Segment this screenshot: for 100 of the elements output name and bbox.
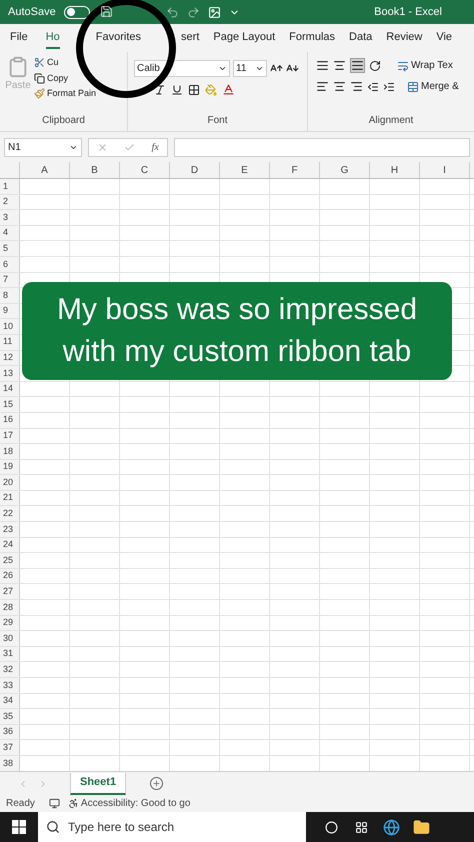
- sheet-tab[interactable]: Sheet1: [70, 772, 126, 794]
- font-size-field[interactable]: 11: [233, 60, 267, 77]
- row-header[interactable]: 17: [0, 428, 20, 444]
- row-header[interactable]: 1: [0, 179, 20, 194]
- column-header[interactable]: H: [370, 162, 420, 178]
- align-left-icon[interactable]: [316, 80, 329, 93]
- autosave-toggle[interactable]: [64, 6, 90, 18]
- ribbon-tab[interactable]: Ho: [46, 27, 60, 49]
- row-header[interactable]: 33: [0, 678, 20, 693]
- ribbon-tab[interactable]: Vie: [436, 27, 452, 49]
- column-header[interactable]: D: [170, 162, 220, 178]
- column-header[interactable]: G: [320, 162, 370, 178]
- row-header[interactable]: 36: [0, 724, 20, 740]
- row-header[interactable]: 22: [0, 506, 20, 522]
- font-color-icon[interactable]: [222, 83, 235, 96]
- ribbon-tab[interactable]: Favorites: [96, 27, 142, 49]
- align-bottom-icon[interactable]: [350, 58, 365, 73]
- taskbar-search-field[interactable]: Type here to search: [38, 812, 306, 842]
- row-header[interactable]: 27: [0, 584, 20, 600]
- fill-color-icon[interactable]: [205, 84, 217, 96]
- row-header[interactable]: 32: [0, 662, 20, 677]
- undo-icon[interactable]: [166, 6, 179, 18]
- row-header[interactable]: 6: [0, 256, 20, 272]
- italic-icon[interactable]: [154, 84, 166, 96]
- ribbon-tab[interactable]: File: [10, 27, 28, 49]
- increase-indent-icon[interactable]: [383, 80, 395, 92]
- row-header[interactable]: 14: [0, 382, 20, 396]
- row-header[interactable]: 31: [0, 646, 20, 662]
- row-header[interactable]: 12: [0, 350, 20, 366]
- copy-button[interactable]: Copy: [34, 72, 96, 85]
- format-painter-button[interactable]: Format Pain: [34, 87, 96, 100]
- underline-icon[interactable]: [171, 84, 183, 96]
- save-icon[interactable]: [100, 5, 113, 18]
- name-box[interactable]: N1: [4, 138, 82, 156]
- row-header[interactable]: 2: [0, 194, 20, 210]
- ribbon-tab[interactable]: Page Layout: [213, 27, 276, 49]
- align-middle-icon[interactable]: [333, 59, 346, 72]
- row-header[interactable]: 35: [0, 709, 20, 724]
- row-header[interactable]: 23: [0, 522, 20, 537]
- search-icon: [46, 820, 60, 834]
- align-top-icon[interactable]: [316, 59, 329, 72]
- autosave-label: AutoSave: [8, 4, 56, 20]
- decrease-indent-icon[interactable]: [367, 80, 379, 92]
- row-header[interactable]: 4: [0, 226, 20, 240]
- function-button[interactable]: fx: [152, 140, 159, 154]
- merge-button[interactable]: Merge &: [407, 79, 459, 94]
- align-right-icon[interactable]: [350, 80, 363, 93]
- group-label: Font: [206, 114, 228, 128]
- row-header[interactable]: 5: [0, 241, 20, 256]
- ribbon-tab[interactable]: Data: [349, 27, 372, 49]
- row-header[interactable]: 25: [0, 553, 20, 568]
- borders-icon[interactable]: [188, 84, 200, 96]
- accessibility-icon: [68, 798, 79, 809]
- row-header[interactable]: 11: [0, 334, 20, 350]
- column-header[interactable]: A: [20, 162, 70, 178]
- formula-field[interactable]: [174, 138, 470, 156]
- column-header[interactable]: E: [220, 162, 270, 178]
- row-header[interactable]: 13: [0, 366, 20, 381]
- row-header[interactable]: 16: [0, 412, 20, 428]
- row-header[interactable]: 37: [0, 740, 20, 755]
- column-header[interactable]: C: [120, 162, 170, 178]
- row-header[interactable]: 26: [0, 568, 20, 584]
- accessibility-status[interactable]: Accessibility: Good to go: [68, 796, 190, 811]
- row-header[interactable]: 29: [0, 616, 20, 630]
- cut-button[interactable]: Cu: [34, 56, 96, 70]
- row-header[interactable]: 20: [0, 475, 20, 490]
- window-title: Book1 - Excel: [374, 4, 442, 20]
- wrap-text-button[interactable]: Wrap Tex: [397, 58, 453, 73]
- row-header[interactable]: 34: [0, 694, 20, 708]
- group-label: Alignment: [368, 114, 414, 128]
- row-header[interactable]: 24: [0, 538, 20, 552]
- orientation-icon[interactable]: [369, 60, 381, 72]
- font-name-field[interactable]: Calib: [134, 60, 230, 77]
- align-center-icon[interactable]: [333, 80, 346, 93]
- ribbon-tab[interactable]: Review: [386, 27, 422, 49]
- row-header[interactable]: 21: [0, 490, 20, 506]
- check-icon: [124, 142, 136, 152]
- column-header[interactable]: B: [70, 162, 120, 178]
- row-header[interactable]: 28: [0, 600, 20, 615]
- row-header[interactable]: 9: [0, 304, 20, 318]
- row-header[interactable]: 10: [0, 319, 20, 334]
- caret-icon: [218, 64, 227, 73]
- row-header[interactable]: 7: [0, 272, 20, 288]
- add-sheet-icon[interactable]: [150, 777, 164, 790]
- redo-icon[interactable]: [186, 6, 200, 18]
- row-header[interactable]: 8: [0, 288, 20, 303]
- caption-text: My boss was so impressed: [56, 292, 418, 328]
- row-header[interactable]: 19: [0, 460, 20, 474]
- ribbon-tab[interactable]: Formulas: [289, 27, 336, 49]
- ribbon-tab[interactable]: sert: [181, 27, 200, 49]
- column-header[interactable]: F: [270, 162, 320, 178]
- column-header[interactable]: I: [420, 162, 470, 178]
- row-header[interactable]: 30: [0, 631, 20, 646]
- row-header[interactable]: 18: [0, 444, 20, 459]
- row-header[interactable]: 3: [0, 210, 20, 225]
- caret-icon: [255, 64, 264, 73]
- group-label: Clipboard: [41, 114, 86, 128]
- row-header[interactable]: 38: [0, 756, 20, 771]
- image-icon[interactable]: [208, 6, 221, 18]
- row-header[interactable]: 15: [0, 397, 20, 412]
